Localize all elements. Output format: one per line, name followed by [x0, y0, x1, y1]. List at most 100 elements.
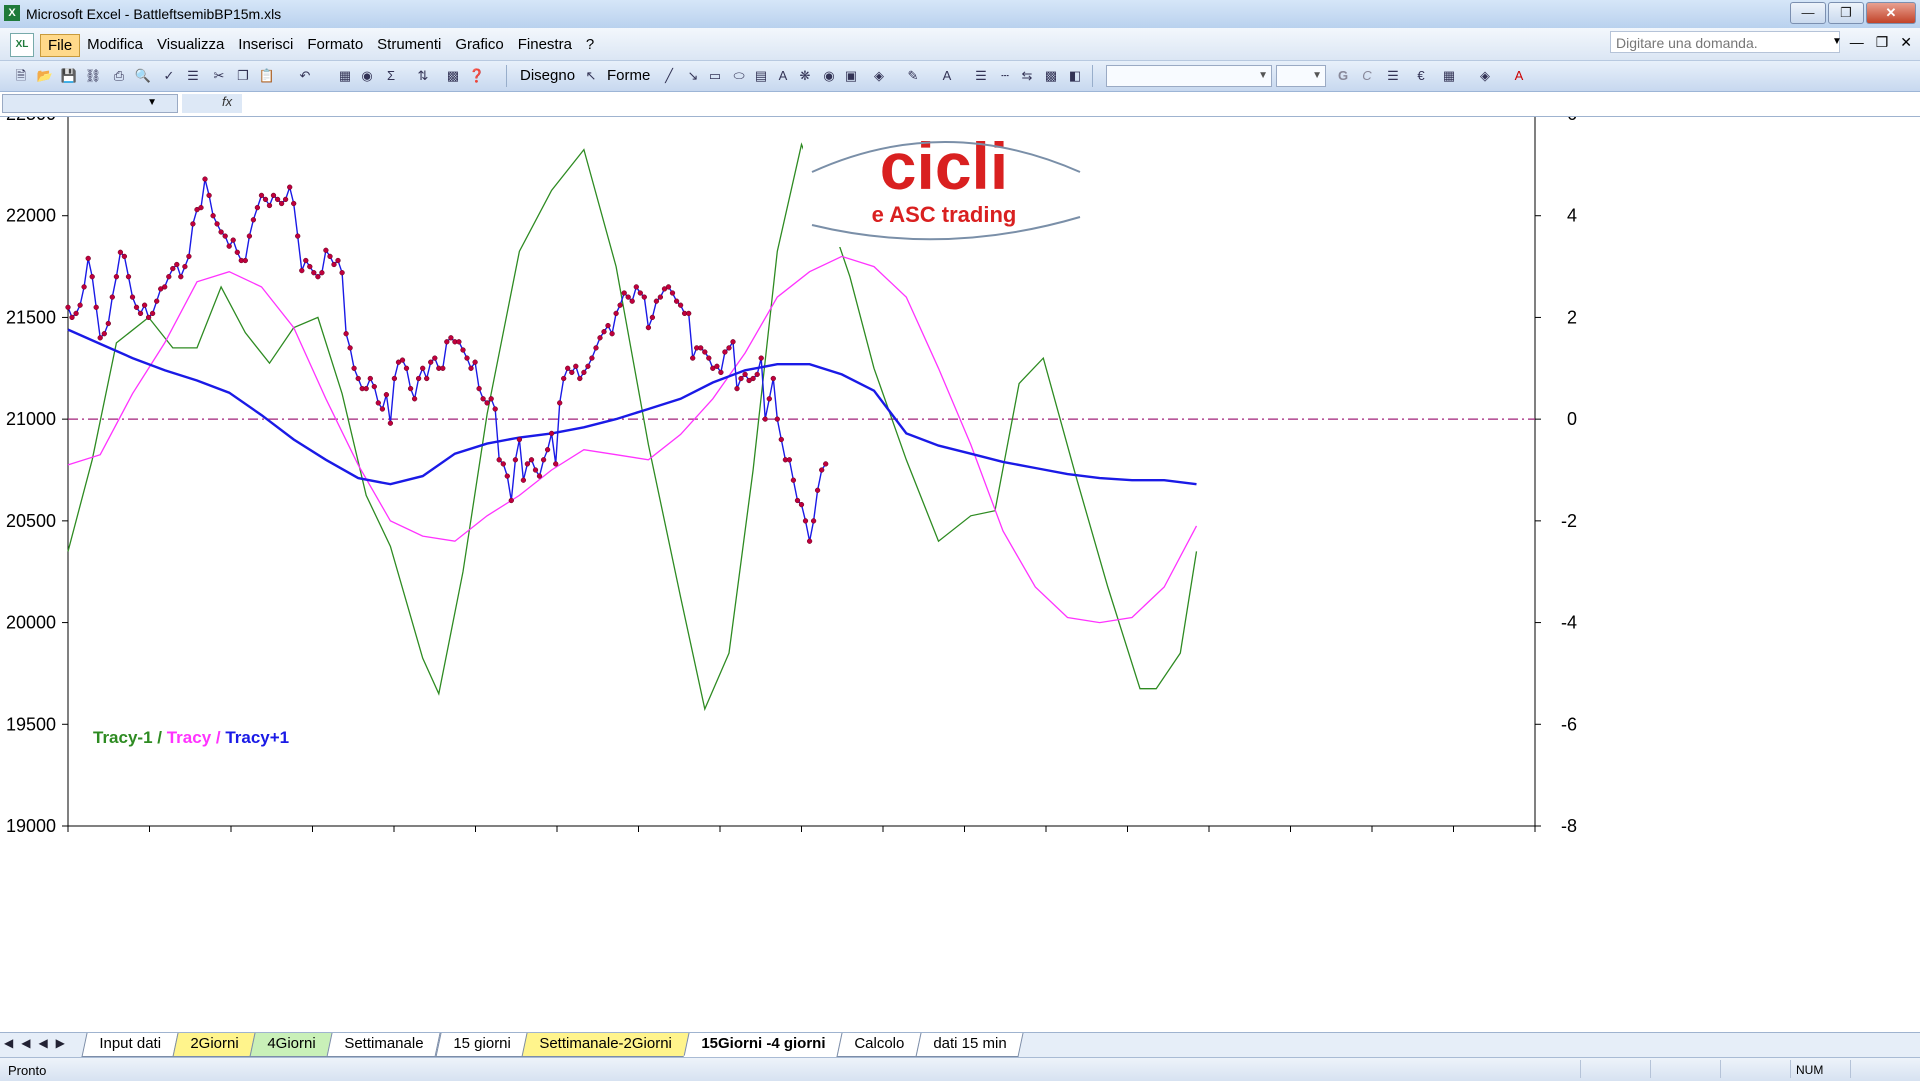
- clipart-icon[interactable]: ◉: [820, 67, 838, 85]
- menu-grafico[interactable]: Grafico: [448, 34, 510, 57]
- print-icon[interactable]: ⎙: [110, 67, 128, 85]
- font-name-select[interactable]: ▼: [1106, 65, 1272, 87]
- save-icon[interactable]: 💾: [60, 67, 78, 85]
- price-point: [367, 375, 373, 382]
- price-point: [246, 233, 253, 239]
- menu-file[interactable]: File: [40, 34, 81, 57]
- price-point: [484, 400, 490, 406]
- price-point: [166, 274, 172, 280]
- chart-icon[interactable]: ▩: [444, 67, 462, 85]
- wordart-icon[interactable]: A: [774, 67, 792, 85]
- menu-strumenti[interactable]: Strumenti: [370, 34, 448, 57]
- price-point: [738, 375, 744, 382]
- minimize-button[interactable]: —: [1790, 2, 1826, 24]
- oval-icon[interactable]: ⬭: [730, 67, 748, 85]
- doc-close-icon[interactable]: ✕: [1900, 34, 1912, 51]
- price-point: [254, 204, 261, 211]
- price-point: [129, 294, 136, 300]
- sheet-tab[interactable]: 4Giorni: [249, 1033, 333, 1057]
- price-point: [343, 331, 349, 337]
- bold-icon[interactable]: G: [1334, 67, 1352, 85]
- cut-icon[interactable]: ✂: [210, 67, 228, 85]
- sheet-tab[interactable]: 15Giorni -4 giorni: [683, 1033, 843, 1057]
- price-point: [113, 274, 120, 280]
- rectangle-icon[interactable]: ▭: [706, 67, 724, 85]
- undo-icon[interactable]: ↶: [296, 67, 314, 85]
- sheet-tab[interactable]: Settimanale: [326, 1033, 442, 1057]
- price-point: [464, 355, 470, 361]
- currency-icon[interactable]: €: [1412, 67, 1430, 85]
- autosum-icon[interactable]: Σ: [382, 67, 400, 85]
- 3d-icon[interactable]: ◧: [1066, 67, 1084, 85]
- font-color-icon[interactable]: A: [938, 67, 956, 85]
- italic-icon[interactable]: C: [1358, 67, 1376, 85]
- map-icon[interactable]: ◉: [358, 67, 376, 85]
- arrow-style-icon[interactable]: ⇆: [1018, 67, 1036, 85]
- fill-color-icon[interactable]: ◈: [870, 67, 888, 85]
- help-icon[interactable]: ❓: [468, 67, 486, 85]
- sheet-tab[interactable]: Input dati: [81, 1033, 179, 1057]
- sheet-tab[interactable]: 15 giorni: [435, 1033, 528, 1057]
- borders-icon[interactable]: ▦: [1440, 67, 1458, 85]
- sort-icon[interactable]: ⇅: [414, 67, 432, 85]
- line-style-icon[interactable]: ☰: [972, 67, 990, 85]
- workbook-icon[interactable]: XL: [10, 33, 34, 57]
- price-point: [287, 184, 293, 190]
- line-color-icon[interactable]: ✎: [904, 67, 922, 85]
- price-point: [93, 304, 99, 310]
- doc-restore-icon[interactable]: ❐: [1876, 34, 1889, 51]
- research-icon[interactable]: ☰: [184, 67, 202, 85]
- sheet-tab-label: 2Giorni: [190, 1035, 239, 1052]
- spelling-icon[interactable]: ✓: [160, 67, 178, 85]
- price-point: [645, 324, 652, 331]
- highlight-icon[interactable]: ◈: [1476, 67, 1494, 85]
- sheet-tab[interactable]: 2Giorni: [172, 1033, 256, 1057]
- price-point: [319, 270, 325, 276]
- diagram-icon[interactable]: ❋: [796, 67, 814, 85]
- name-box[interactable]: ▼: [2, 94, 178, 113]
- print-preview-icon[interactable]: 🔍: [134, 67, 152, 85]
- open-icon[interactable]: 📂: [36, 67, 54, 85]
- picture-icon[interactable]: ▣: [842, 67, 860, 85]
- arrow-icon[interactable]: ↘: [684, 67, 702, 85]
- shapes-menu[interactable]: Forme: [607, 67, 650, 84]
- price-point: [593, 345, 599, 351]
- menu-finestra[interactable]: Finestra: [511, 34, 579, 57]
- help-dropdown-icon[interactable]: ▼: [1832, 36, 1842, 47]
- text-color-icon[interactable]: A: [1510, 67, 1528, 85]
- line-icon[interactable]: ╱: [660, 67, 678, 85]
- align-icon[interactable]: ☰: [1384, 67, 1402, 85]
- new-icon[interactable]: 🗎: [12, 67, 30, 85]
- chart-area[interactable]: 22500 22000 21500 21000 20500 20000 19500 19000…: [0, 117, 1920, 1032]
- close-button[interactable]: ✕: [1866, 2, 1916, 24]
- price-point: [605, 322, 611, 329]
- permission-icon[interactable]: ⛓: [84, 67, 102, 85]
- sheet-tab[interactable]: Calcolo: [836, 1033, 922, 1057]
- menu-inserisci[interactable]: Inserisci: [231, 34, 300, 57]
- select-arrow-icon[interactable]: ↖: [582, 67, 600, 85]
- function-icon[interactable]: fx: [222, 94, 232, 109]
- shadow-icon[interactable]: ▩: [1042, 67, 1060, 85]
- price-point: [617, 302, 623, 308]
- sheet-nav-arrows[interactable]: ◀◀◀▶: [4, 1036, 73, 1050]
- price-point: [133, 304, 140, 310]
- restore-button[interactable]: ❐: [1828, 2, 1864, 24]
- sheet-tab[interactable]: dati 15 min: [915, 1033, 1024, 1057]
- paste-icon[interactable]: 📋: [258, 67, 276, 85]
- menu-modifica[interactable]: Modifica: [80, 34, 150, 57]
- menu-formato[interactable]: Formato: [300, 34, 370, 57]
- doc-minimize-icon[interactable]: —: [1850, 34, 1864, 51]
- draw-menu[interactable]: Disegno: [520, 67, 575, 84]
- menu-bar: XL File Modifica Visualizza Inserisci Format…: [0, 28, 1920, 61]
- copy-icon[interactable]: ❐: [234, 67, 252, 85]
- sheet-tab-label: Settimanale: [344, 1035, 424, 1052]
- dash-style-icon[interactable]: ┄: [996, 67, 1014, 85]
- menu-visualizza[interactable]: Visualizza: [150, 34, 231, 57]
- textbox-icon[interactable]: ▤: [752, 67, 770, 85]
- font-size-select[interactable]: ▼: [1276, 65, 1326, 87]
- chart-wizard-icon[interactable]: ▦: [336, 67, 354, 85]
- menu-help[interactable]: ?: [579, 34, 601, 57]
- price-point: [218, 229, 224, 235]
- help-search-input[interactable]: Digitare una domanda.: [1610, 31, 1840, 53]
- sheet-tab[interactable]: Settimanale-2Giorni: [521, 1033, 690, 1057]
